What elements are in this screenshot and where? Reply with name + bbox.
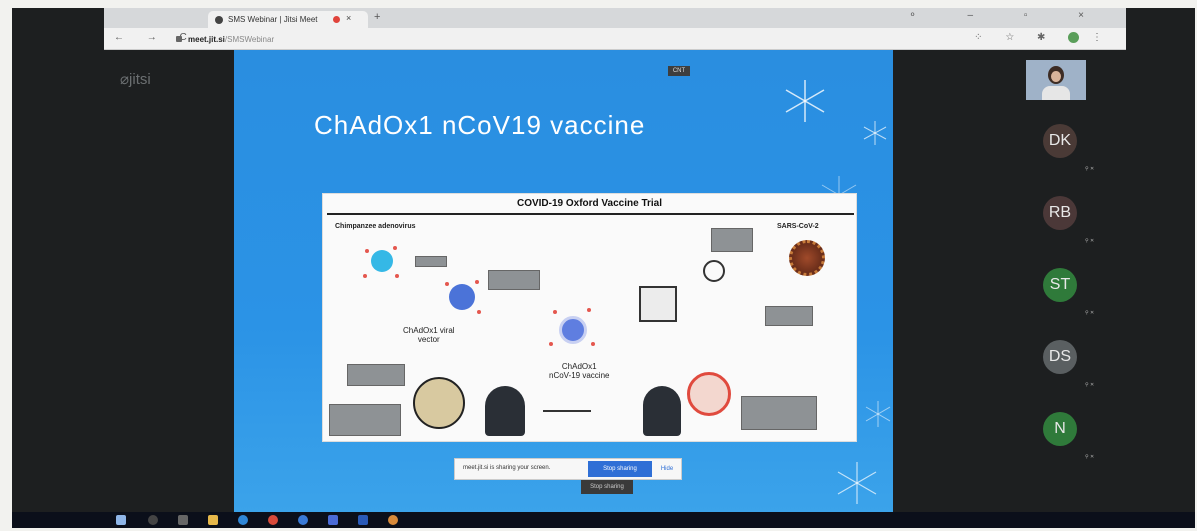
edge-icon[interactable]: [238, 515, 248, 525]
photo-of-screen: SMS Webinar | Jitsi Meet × + ⚬ – ▫ × ← →…: [0, 0, 1197, 531]
screen-share-notification: meet.jit.si is sharing your screen. Stop…: [454, 458, 682, 480]
virus-spike: [475, 280, 479, 284]
start-icon[interactable]: [116, 515, 126, 525]
arrow-icon: [543, 410, 591, 412]
gene-box: [329, 404, 401, 436]
gene-box: [741, 396, 817, 430]
participant-avatar[interactable]: DS: [1043, 340, 1077, 374]
local-video-thumbnail[interactable]: [1026, 60, 1086, 100]
adenovirus-particle: [371, 250, 393, 272]
app-icon[interactable]: [388, 515, 398, 525]
monitor-screen: SMS Webinar | Jitsi Meet × + ⚬ – ▫ × ← →…: [12, 8, 1195, 528]
mic-muted-icon: ⚲ ✕: [1085, 454, 1095, 460]
virus-spike: [395, 274, 399, 278]
tab-title: SMS Webinar | Jitsi Meet: [228, 15, 318, 24]
viral-vector-particle: [449, 284, 475, 310]
participant-face: [1051, 71, 1061, 82]
stop-sharing-tooltip[interactable]: Stop sharing: [581, 480, 633, 494]
gene-box: [415, 256, 447, 267]
jitsi-favicon-icon: [215, 16, 223, 24]
slide-badge: CNT: [668, 66, 690, 76]
virus-spike: [477, 310, 481, 314]
participant-avatar[interactable]: ST: [1043, 268, 1077, 302]
gene-box: [347, 364, 405, 386]
participant-avatar[interactable]: N: [1043, 412, 1077, 446]
profile-avatar-icon[interactable]: [1068, 32, 1080, 43]
browser-toolbar: ← → C meet.jit.si/SMSWebinar ⁘ ☆ ✱ ⋮: [104, 28, 1126, 50]
virus-spike: [587, 308, 591, 312]
sars-cov-2-particle: [789, 240, 825, 276]
no-virus-icon: [687, 372, 731, 416]
vaccine-trial-diagram: COVID-19 Oxford Vaccine Trial Chimpanzee…: [322, 193, 857, 442]
gene-box: [711, 228, 753, 252]
extension-icons[interactable]: ⁘ ☆ ✱: [974, 32, 1055, 43]
search-icon[interactable]: [148, 515, 158, 525]
sars-cov-2-label: SARS-CoV-2: [777, 223, 819, 230]
extensions-area: ⁘ ☆ ✱ ⋮: [974, 32, 1112, 44]
participant-filmstrip: DK ⚲ ✕ RB ⚲ ✕ ST ⚲ ✕ DS ⚲ ✕ N ⚲ ✕: [1022, 58, 1102, 498]
app-icon[interactable]: [298, 515, 308, 525]
nav-buttons[interactable]: ← → C: [114, 32, 197, 43]
lock-icon[interactable]: [176, 36, 182, 42]
person-silhouette-icon: [643, 386, 681, 436]
shared-screen-slide: CNT ChAdOx1 nCoV19 vaccine COVID-19 Oxfo…: [234, 50, 893, 512]
browser-tab[interactable]: SMS Webinar | Jitsi Meet ×: [208, 11, 368, 28]
mic-muted-icon: ⚲ ✕: [1085, 166, 1095, 172]
gene-box: [488, 270, 540, 290]
window-controls[interactable]: ⚬ – ▫ ×: [908, 10, 1108, 21]
participant-avatar[interactable]: DK: [1043, 124, 1077, 158]
virus-spike: [553, 310, 557, 314]
address-bar[interactable]: meet.jit.si/SMSWebinar: [188, 35, 274, 44]
hide-button[interactable]: Hide: [657, 461, 677, 477]
snowflake-icon: [865, 401, 891, 427]
cell-magnified-icon: [413, 377, 465, 429]
virus-spike: [393, 246, 397, 250]
participant-body: [1042, 86, 1070, 100]
url-path: /SMSWebinar: [224, 35, 275, 44]
chimp-adenovirus-label: Chimpanzee adenovirus: [335, 223, 416, 230]
gene-box: [765, 306, 813, 326]
slide-title: ChAdOx1 nCoV19 vaccine: [314, 110, 646, 140]
vaccine-particle: [559, 316, 587, 344]
stop-sharing-button[interactable]: Stop sharing: [588, 461, 652, 477]
mic-muted-icon: ⚲ ✕: [1085, 310, 1095, 316]
participant-avatar[interactable]: RB: [1043, 196, 1077, 230]
url-host: meet.jit.si: [188, 35, 225, 44]
virus-spike: [365, 249, 369, 253]
app-icon[interactable]: [328, 515, 338, 525]
task-view-icon[interactable]: [178, 515, 188, 525]
tab-close-icon[interactable]: ×: [346, 13, 351, 23]
person-silhouette-icon: [485, 386, 525, 436]
snowflake-icon: [785, 80, 825, 122]
diagram-title: COVID-19 Oxford Vaccine Trial: [516, 198, 663, 209]
new-tab-button[interactable]: +: [374, 11, 380, 23]
viral-vector-label: ChAdOx1 viral vector: [403, 326, 455, 344]
app-icon[interactable]: [358, 515, 368, 525]
snowflake-icon: [863, 121, 887, 145]
diagram-divider: [327, 213, 854, 215]
file-explorer-icon[interactable]: [208, 515, 218, 525]
mic-muted-icon: ⚲ ✕: [1085, 238, 1095, 244]
snowflake-icon: [837, 462, 877, 504]
chrome-icon[interactable]: [268, 515, 278, 525]
scissors-icon: [703, 260, 725, 282]
recording-dot-icon: [333, 16, 340, 23]
jitsi-logo: ⌀jitsi: [120, 71, 151, 88]
vaccine-label: ChAdOx1 nCoV-19 vaccine: [549, 362, 610, 380]
share-message: meet.jit.si is sharing your screen.: [463, 465, 551, 471]
virus-spike: [363, 274, 367, 278]
mic-muted-icon: ⚲ ✕: [1085, 382, 1095, 388]
virus-spike: [549, 342, 553, 346]
sequencer-icon: [639, 286, 677, 322]
virus-spike: [591, 342, 595, 346]
windows-taskbar: [12, 512, 1195, 528]
virus-spike: [445, 282, 449, 286]
browser-tab-strip: SMS Webinar | Jitsi Meet × + ⚬ – ▫ ×: [104, 8, 1126, 28]
